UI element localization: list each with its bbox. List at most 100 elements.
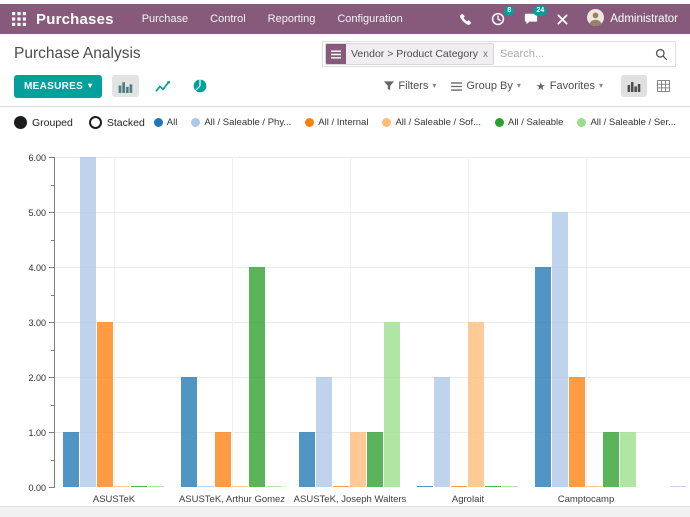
menu-control[interactable]: Control <box>210 13 245 25</box>
groupby-lines-icon <box>451 81 463 91</box>
mode-grouped-radio[interactable]: Grouped <box>14 116 73 129</box>
x-axis-label: Camptocamp <box>557 494 615 505</box>
graph-view-button[interactable] <box>621 75 647 97</box>
measures-button[interactable]: MEASURES ▾ <box>14 74 103 98</box>
mode-stacked-radio[interactable]: Stacked <box>88 116 145 129</box>
legend-label: All / Saleable <box>508 117 564 128</box>
close-icon[interactable] <box>557 13 568 25</box>
bar[interactable] <box>468 322 484 487</box>
legend-label: All / Internal <box>318 117 369 128</box>
app-title[interactable]: Purchases <box>36 11 114 28</box>
bar[interactable] <box>367 432 383 487</box>
view-switcher <box>621 75 676 97</box>
bar-cluster <box>653 486 690 487</box>
bar-group <box>291 157 409 487</box>
bar[interactable] <box>603 432 619 487</box>
plot-area <box>55 157 690 487</box>
bar[interactable] <box>417 486 433 487</box>
search-facet[interactable]: Vendor > Product Category x <box>325 43 494 65</box>
legend-dot <box>191 118 201 127</box>
bar[interactable] <box>451 486 467 487</box>
y-tick-label: 5.00 <box>28 208 46 218</box>
bar[interactable] <box>80 157 96 487</box>
user-menu[interactable]: Administrator <box>587 9 678 29</box>
legend-item[interactable]: All / Saleable / Phy... <box>191 117 291 128</box>
menu-purchase[interactable]: Purchase <box>142 13 188 25</box>
bar[interactable] <box>350 432 366 487</box>
legend-dot <box>495 118 504 127</box>
chart-type-line-button[interactable] <box>149 75 176 97</box>
apps-grid-icon[interactable] <box>12 12 26 26</box>
pivot-view-button[interactable] <box>650 75 676 97</box>
facet-remove-icon[interactable]: x <box>483 44 493 64</box>
bar[interactable] <box>535 267 551 487</box>
y-axis-line <box>54 157 55 488</box>
activities-clock-icon[interactable]: 8 <box>491 6 515 26</box>
bar[interactable] <box>232 486 248 487</box>
bar[interactable] <box>333 486 349 487</box>
bar[interactable] <box>670 486 686 487</box>
bar[interactable] <box>434 377 450 487</box>
bar[interactable] <box>198 486 214 487</box>
search-input[interactable] <box>493 48 655 60</box>
legend-dot <box>382 118 392 127</box>
bar-groups <box>55 157 690 487</box>
legend-item[interactable]: All / Internal <box>305 117 368 128</box>
bar[interactable] <box>131 486 147 487</box>
legend-item[interactable]: All / Saleable / Sof... <box>382 117 481 128</box>
chart-type-bar-button[interactable] <box>112 75 140 97</box>
bar[interactable] <box>316 377 332 487</box>
y-tick-label: 2.00 <box>28 373 46 383</box>
search-options: Filters ▾ Group By ▾ ★ Favorites ▾ <box>384 80 603 93</box>
search-icon[interactable] <box>655 48 675 61</box>
bar[interactable] <box>620 432 636 487</box>
bar[interactable] <box>502 486 518 487</box>
bar[interactable] <box>249 267 265 487</box>
bar[interactable] <box>384 322 400 487</box>
user-name: Administrator <box>610 13 678 25</box>
legend-item[interactable]: All <box>153 117 177 128</box>
activities-badge: 8 <box>504 6 515 17</box>
messages-bubble-icon[interactable]: 24 <box>524 6 548 26</box>
menu-reporting[interactable]: Reporting <box>268 13 316 25</box>
legend-dot <box>305 118 315 127</box>
bar[interactable] <box>485 486 501 487</box>
bar[interactable] <box>569 377 585 487</box>
bar-group <box>173 157 291 487</box>
x-axis-labels: ASUSTeK ASUSTeK, Arthur Gomez ASUSTeK, Jos… <box>55 494 690 505</box>
chart-toolbar: Grouped Stacked All All / Saleable / Phy.… <box>0 107 690 133</box>
bar[interactable] <box>215 432 231 487</box>
phone-icon[interactable] <box>459 13 472 26</box>
legend-label: All / Saleable / Phy... <box>204 117 292 128</box>
search-bar[interactable]: Vendor > Product Category x <box>322 41 676 67</box>
favorites-dropdown[interactable]: ★ Favorites ▾ <box>536 80 603 93</box>
caret-down-icon: ▾ <box>516 81 521 90</box>
x-axis-label: ASUSTeK, Arthur Gomez <box>178 494 286 505</box>
bar[interactable] <box>586 486 602 487</box>
bar[interactable] <box>114 486 130 487</box>
groupby-dropdown[interactable]: Group By ▾ <box>451 80 521 92</box>
legend-item[interactable]: All / Saleable <box>495 117 563 128</box>
bar[interactable] <box>181 377 197 487</box>
systray: 8 24 Administrator <box>459 6 678 29</box>
legend-label: All / Saleable / Sof... <box>395 117 481 128</box>
bar-group <box>409 157 527 487</box>
chart-type-pie-button[interactable] <box>186 75 213 97</box>
y-axis: 0.00 1.00 2.00 3.00 4.00 5.00 6.00 <box>0 153 55 493</box>
filters-dropdown[interactable]: Filters ▾ <box>384 80 436 92</box>
x-axis-label: Agrolait <box>451 494 485 505</box>
bar[interactable] <box>148 486 164 487</box>
bar[interactable] <box>266 486 282 487</box>
legend-item[interactable]: All / Saleable / Ser... <box>577 117 676 128</box>
bar[interactable] <box>552 212 568 487</box>
x-axis-label: ASUSTeK, Joseph Walters <box>293 494 407 505</box>
legend-dot <box>577 118 587 127</box>
avatar <box>587 9 605 29</box>
control-panel: Purchase Analysis Vendor > Product Categ… <box>0 34 690 107</box>
bar[interactable] <box>63 432 79 487</box>
legend-label: All / Saleable / Ser... <box>590 117 676 128</box>
bar[interactable] <box>97 322 113 487</box>
menu-configuration[interactable]: Configuration <box>337 13 402 25</box>
bar-group <box>527 157 645 487</box>
bar[interactable] <box>299 432 315 487</box>
